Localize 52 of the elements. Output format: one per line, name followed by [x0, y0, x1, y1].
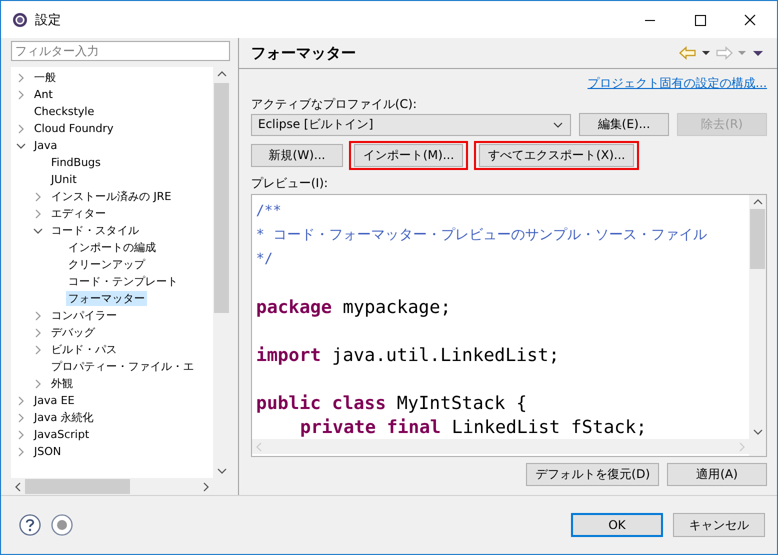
code-line: */ — [256, 250, 274, 269]
tree-item[interactable]: コード・スタイル — [49, 223, 141, 238]
tree-item[interactable]: JUnit — [49, 173, 79, 186]
scrollbar-thumb[interactable] — [214, 83, 229, 313]
field-label: プレビュー(I): — [251, 175, 329, 192]
button[interactable]: すべてエクスポート(X)... — [479, 144, 634, 167]
field-label: アクティブなプロファイル(C): — [251, 96, 418, 113]
button[interactable]: デフォルトを復元(D) — [526, 463, 659, 486]
tree-item[interactable]: Java 永続化 — [32, 410, 96, 425]
help-icon[interactable] — [19, 514, 41, 536]
button[interactable]: 編集(E)... — [579, 113, 669, 136]
code-line: * コード・フォーマッター・プレビューのサンプル・ソース・ファイル — [256, 226, 708, 245]
tree-item[interactable]: デバッグ — [49, 325, 97, 340]
tree-item[interactable]: JavaScript — [32, 428, 92, 441]
tree-item[interactable]: ビルド・パス — [49, 342, 119, 357]
tree-item[interactable]: 外観 — [49, 376, 75, 391]
tree-item[interactable]: クリーンアップ — [66, 257, 147, 272]
code-line: /** — [256, 202, 282, 221]
record-icon[interactable] — [51, 514, 73, 536]
tree-item[interactable]: コード・テンプレート — [66, 274, 180, 289]
scrollbar-thumb[interactable] — [25, 479, 130, 494]
tree-item[interactable]: プロパティー・ファイル・エ — [49, 359, 196, 374]
button[interactable]: 適用(A) — [667, 463, 767, 486]
tree-item[interactable]: Java — [32, 139, 60, 152]
profile-dropdown[interactable]: Eclipse [ビルトイン] — [251, 114, 571, 136]
tree-item[interactable]: 一般 — [32, 70, 58, 85]
filter-field[interactable]: フィルター入力 — [11, 41, 230, 61]
button[interactable]: OK — [571, 513, 663, 537]
page-title: フォーマッター — [251, 44, 356, 62]
tree-item[interactable]: Checkstyle — [32, 105, 96, 118]
button[interactable]: キャンセル — [673, 513, 765, 537]
tree-item[interactable]: インストール済みの JRE — [49, 189, 174, 204]
vertical-scrollbar[interactable] — [749, 195, 766, 439]
settings-link[interactable]: プロジェクト固有の設定の構成... — [588, 75, 767, 91]
button[interactable]: インポート(M)... — [354, 144, 464, 167]
tree-item[interactable]: FindBugs — [49, 156, 103, 169]
tree-item[interactable]: インポートの編成 — [66, 240, 158, 255]
code-line: private final LinkedList fStack; — [299, 416, 648, 439]
scrollbar-thumb[interactable] — [750, 209, 765, 269]
tree-item[interactable]: フォーマッター — [66, 291, 147, 306]
tree-item[interactable]: JSON — [32, 445, 64, 458]
tree-item[interactable]: コンパイラー — [49, 308, 119, 323]
window-title: 設定 — [35, 12, 61, 28]
tree-item[interactable]: エディター — [49, 206, 108, 221]
code-line: package mypackage; — [256, 296, 452, 319]
code-line: public class MyIntStack { — [256, 392, 528, 415]
tree-item[interactable]: Java EE — [32, 394, 77, 407]
tree-item[interactable]: Ant — [32, 88, 55, 101]
code-line: import java.util.LinkedList; — [256, 344, 560, 367]
tree-item[interactable]: Cloud Foundry — [32, 122, 116, 135]
forward-arrow-icon — [715, 46, 733, 60]
button[interactable]: 新規(W)... — [251, 144, 343, 167]
